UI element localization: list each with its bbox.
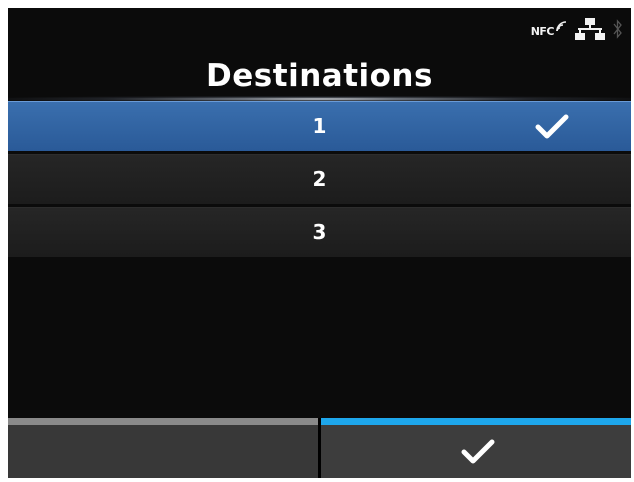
list-item-1[interactable]: 1 [8, 101, 631, 151]
page-title: Destinations [206, 58, 433, 94]
list-item-2[interactable]: 2 [8, 154, 631, 204]
back-button[interactable] [8, 418, 318, 478]
network-icon [575, 18, 605, 44]
confirm-button[interactable] [321, 418, 631, 478]
list-item-label: 2 [312, 167, 327, 191]
nfc-label: NFC [530, 24, 555, 38]
printer-screen: NFC Destinations 1 2 3 [8, 8, 631, 478]
nfc-icon: NFC [530, 20, 567, 38]
status-icons: NFC [531, 18, 623, 44]
destination-list: 1 2 3 [8, 101, 631, 260]
checkmark-icon [535, 114, 569, 139]
checkmark-icon [461, 439, 495, 464]
list-item-label: 3 [312, 220, 327, 244]
list-item-3[interactable]: 3 [8, 207, 631, 257]
bluetooth-icon [613, 19, 623, 43]
